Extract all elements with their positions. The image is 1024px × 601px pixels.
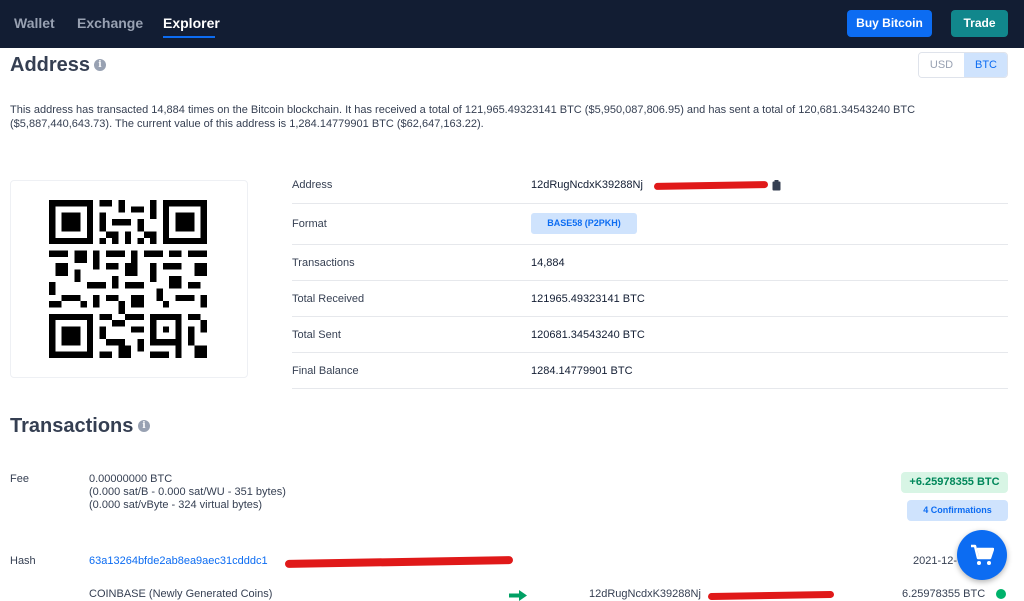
- tab-exchange[interactable]: Exchange: [77, 15, 143, 31]
- detail-row-final-balance: Final Balance 1284.14779901 BTC: [292, 353, 1008, 389]
- redaction-mark: [653, 181, 769, 190]
- detail-label: Address: [292, 179, 333, 191]
- tab-explorer[interactable]: Explorer: [163, 15, 220, 31]
- active-tab-indicator: [163, 36, 215, 38]
- hash-label: Hash: [10, 555, 36, 567]
- output-address[interactable]: 12dRugNcdxK39288Nj: [589, 588, 701, 600]
- final-balance-value: 1284.14779901 BTC: [531, 365, 633, 377]
- format-badge: BASE58 (P2PKH): [531, 213, 637, 234]
- trade-button[interactable]: Trade: [951, 10, 1008, 37]
- transaction-date: 2021-12-: [913, 555, 958, 567]
- fee-amount: 0.00000000 BTC: [89, 473, 173, 485]
- detail-label: Total Sent: [292, 329, 341, 341]
- tab-wallet[interactable]: Wallet: [14, 15, 55, 31]
- currency-toggle[interactable]: USD BTC: [918, 52, 1008, 78]
- total-sent-value: 120681.34543240 BTC: [531, 329, 645, 341]
- fee-rate-bytes: (0.000 sat/B - 0.000 sat/WU - 351 bytes): [89, 486, 286, 498]
- clipboard-icon[interactable]: [772, 180, 781, 191]
- detail-row-format: Format BASE58 (P2PKH): [292, 204, 1008, 245]
- globe-icon: [996, 589, 1006, 599]
- currency-btc-button[interactable]: BTC: [964, 53, 1007, 77]
- top-nav-bar: Wallet Exchange Explorer Buy Bitcoin Tra…: [0, 0, 1024, 48]
- redaction-mark: [707, 590, 835, 601]
- detail-label: Final Balance: [292, 365, 359, 377]
- transactions-count: 14,884: [531, 257, 565, 269]
- detail-row-total-received: Total Received 121965.49323141 BTC: [292, 281, 1008, 317]
- detail-row-address: Address 12dRugNcdxK39288Nj: [292, 168, 1008, 204]
- fee-label: Fee: [10, 473, 29, 485]
- currency-usd-button[interactable]: USD: [919, 53, 964, 77]
- detail-row-total-sent: Total Sent 120681.34543240 BTC: [292, 317, 1008, 353]
- transaction-hash-link[interactable]: 63a13264bfde2ab8ea9aec31cdddc1: [89, 555, 268, 567]
- coinbase-input: COINBASE (Newly Generated Coins): [89, 588, 273, 600]
- buy-bitcoin-button[interactable]: Buy Bitcoin: [847, 10, 932, 37]
- address-summary: This address has transacted 14,884 times…: [10, 104, 916, 130]
- qr-code: [49, 200, 207, 358]
- transactions-heading: Transactions: [10, 415, 134, 437]
- confirmations-badge: 4 Confirmations: [907, 500, 1008, 521]
- detail-row-transactions: Transactions 14,884: [292, 245, 1008, 281]
- address-value[interactable]: 12dRugNcdxK39288Nj: [531, 179, 643, 191]
- fee-rate-vbytes: (0.000 sat/vByte - 324 virtual bytes): [89, 499, 263, 511]
- detail-label: Total Received: [292, 293, 365, 305]
- address-heading: Address: [10, 54, 91, 76]
- output-amount: 6.25978355 BTC: [902, 588, 986, 600]
- shopping-cart-button[interactable]: [957, 530, 1007, 580]
- info-icon[interactable]: i: [138, 420, 150, 432]
- info-icon[interactable]: i: [94, 59, 106, 71]
- detail-label: Transactions: [292, 257, 355, 269]
- redaction-mark: [284, 556, 514, 568]
- total-received-value: 121965.49323141 BTC: [531, 293, 645, 305]
- detail-label: Format: [292, 218, 327, 230]
- arrow-right-icon: [509, 590, 527, 601]
- shopping-cart-icon: [971, 544, 994, 565]
- transaction-amount-badge: +6.25978355 BTC: [901, 472, 1008, 493]
- fee-details: 0.00000000 BTC (0.000 sat/B - 0.000 sat/…: [89, 473, 286, 512]
